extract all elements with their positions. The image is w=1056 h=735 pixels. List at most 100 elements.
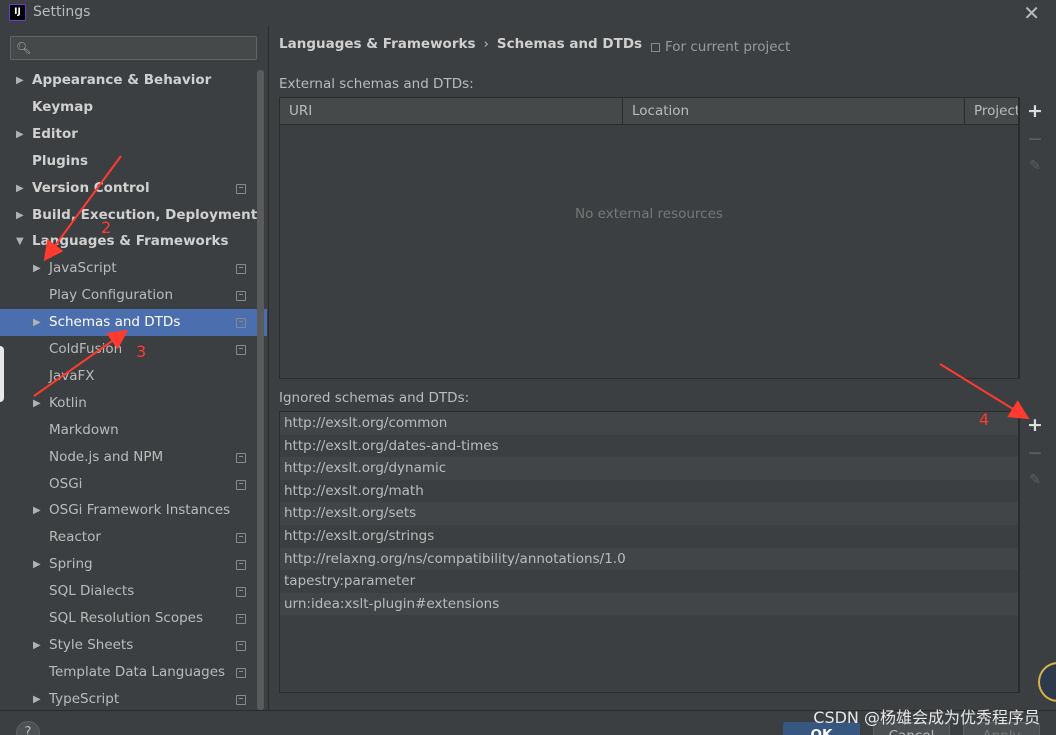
sidebar-item-label: Build, Execution, Deployment bbox=[32, 206, 258, 223]
remove-external-button[interactable]: − bbox=[1020, 126, 1050, 152]
sidebar-item-coldfusion[interactable]: ColdFusion bbox=[0, 336, 267, 363]
sidebar-scrollbar[interactable] bbox=[257, 70, 264, 710]
sidebar-item-label: Kotlin bbox=[49, 394, 87, 411]
sidebar-item-appearance-behavior[interactable]: ▶ Appearance & Behavior bbox=[0, 67, 267, 94]
breadcrumb: Languages & Frameworks › Schemas and DTDs bbox=[279, 36, 642, 52]
sidebar-item-label: OSGi Framework Instances bbox=[49, 502, 231, 519]
ignored-schemas-list: http://exslt.org/common http://exslt.org/… bbox=[279, 411, 1019, 693]
ignored-toolbar: + − ✎ bbox=[1019, 411, 1049, 693]
sidebar-item-osgi[interactable]: OSGi bbox=[0, 471, 267, 498]
collapsed-arrow-icon[interactable]: ▶ bbox=[33, 632, 41, 659]
title-bar: IJ Settings ✕ bbox=[0, 0, 1056, 26]
sidebar-item-markdown[interactable]: Markdown bbox=[0, 417, 267, 444]
collapsed-arrow-icon[interactable]: ▶ bbox=[33, 551, 41, 578]
window-title: Settings bbox=[33, 4, 91, 20]
list-item[interactable]: http://relaxng.org/ns/compatibility/anno… bbox=[280, 547, 1018, 571]
edit-external-button[interactable]: ✎ bbox=[1020, 153, 1050, 179]
collapsed-arrow-icon[interactable]: ▶ bbox=[16, 202, 24, 229]
list-item[interactable]: http://exslt.org/math bbox=[280, 480, 1018, 503]
sidebar-item-style-sheets[interactable]: ▶ Style Sheets bbox=[0, 632, 267, 659]
column-project[interactable]: Project bbox=[965, 98, 1018, 125]
sidebar-item-sql-dialects[interactable]: SQL Dialects bbox=[0, 578, 267, 605]
sidebar-item-label: Plugins bbox=[32, 152, 89, 169]
remove-ignored-button[interactable]: − bbox=[1020, 440, 1050, 466]
list-item[interactable]: http://exslt.org/common bbox=[280, 412, 1018, 435]
edit-ignored-button[interactable]: ✎ bbox=[1020, 467, 1050, 493]
sidebar-item-play-configuration[interactable]: Play Configuration bbox=[0, 282, 267, 309]
sidebar-item-label: Version Control bbox=[32, 179, 150, 196]
help-button[interactable]: ? bbox=[16, 721, 40, 735]
sidebar-item-reactor[interactable]: Reactor bbox=[0, 524, 267, 551]
empty-state-text: No external resources bbox=[575, 206, 723, 222]
sidebar-item-sql-resolution-scopes[interactable]: SQL Resolution Scopes bbox=[0, 605, 267, 632]
sidebar-item-typescript[interactable]: ▶ TypeScript bbox=[0, 686, 267, 713]
external-schemas-label: External schemas and DTDs: bbox=[279, 76, 474, 92]
list-item[interactable]: http://exslt.org/sets bbox=[280, 502, 1018, 525]
search-input[interactable]: 🔍︎ bbox=[10, 36, 257, 60]
breadcrumb-schemas-dtds: Schemas and DTDs bbox=[496, 36, 643, 52]
sidebar-item-schemas-and-dtds[interactable]: ▶ Schemas and DTDs bbox=[0, 309, 267, 337]
breadcrumb-languages-frameworks[interactable]: Languages & Frameworks bbox=[279, 36, 476, 52]
project-scope-icon bbox=[236, 479, 246, 490]
project-scope-icon bbox=[236, 183, 246, 194]
list-item[interactable]: tapestry:parameter bbox=[280, 570, 1018, 593]
sidebar-item-osgi-framework-instances[interactable]: ▶ OSGi Framework Instances bbox=[0, 497, 267, 524]
sidebar-item-label: Node.js and NPM bbox=[49, 448, 164, 465]
collapsed-arrow-icon[interactable]: ▶ bbox=[33, 497, 41, 524]
collapsed-arrow-icon[interactable]: ▶ bbox=[16, 175, 24, 202]
sidebar-item-label: Spring bbox=[49, 556, 93, 573]
add-external-button[interactable]: + bbox=[1020, 98, 1050, 124]
sidebar-item-plugins[interactable]: Plugins bbox=[0, 148, 267, 175]
collapsed-arrow-icon[interactable]: ▶ bbox=[33, 309, 41, 336]
collapsed-arrow-icon[interactable]: ▶ bbox=[16, 121, 24, 148]
annotation-label-2: 2 bbox=[101, 218, 112, 237]
sidebar-item-version-control[interactable]: ▶ Version Control bbox=[0, 175, 267, 202]
side-panel-handle bbox=[0, 346, 4, 402]
external-toolbar: + − ✎ bbox=[1019, 97, 1049, 379]
sidebar-item-spring[interactable]: ▶ Spring bbox=[0, 551, 267, 578]
collapsed-arrow-icon[interactable]: ▶ bbox=[33, 686, 41, 713]
project-scope-icon bbox=[236, 533, 246, 544]
sidebar-item-label: SQL Dialects bbox=[49, 583, 135, 600]
list-item[interactable]: urn:idea:xslt-plugin#extensions bbox=[280, 592, 1018, 616]
column-location[interactable]: Location bbox=[623, 98, 965, 125]
list-item[interactable]: http://exslt.org/dates-and-times bbox=[280, 435, 1018, 458]
sidebar-item-label: OSGi bbox=[49, 475, 83, 492]
sidebar-item-keymap[interactable]: Keymap bbox=[0, 94, 267, 121]
collapsed-arrow-icon[interactable]: ▶ bbox=[33, 390, 41, 417]
project-scope-icon bbox=[236, 640, 246, 651]
sidebar-item-label: Schemas and DTDs bbox=[49, 314, 181, 331]
expanded-arrow-icon[interactable]: ▼ bbox=[16, 228, 24, 255]
sidebar-item-javafx[interactable]: JavaFX bbox=[0, 363, 267, 390]
sidebar-item-javascript[interactable]: ▶ JavaScript bbox=[0, 255, 267, 282]
list-item[interactable]: http://exslt.org/strings bbox=[280, 525, 1018, 548]
main-panel: Languages & Frameworks › Schemas and DTDs … bbox=[268, 26, 1056, 710]
ignored-schemas-label: Ignored schemas and DTDs: bbox=[279, 390, 470, 406]
sidebar-item-label: ColdFusion bbox=[49, 341, 123, 357]
sidebar-item-languages-frameworks[interactable]: ▼ Languages & Frameworks bbox=[0, 228, 267, 255]
project-scope-icon bbox=[236, 560, 246, 571]
sidebar-item-label: Reactor bbox=[49, 529, 101, 546]
column-uri[interactable]: URI bbox=[280, 98, 623, 125]
table-header: URI Location Project bbox=[280, 98, 1018, 125]
sidebar-item-label: Play Configuration bbox=[49, 287, 173, 304]
list-item[interactable]: http://exslt.org/dynamic bbox=[280, 457, 1018, 480]
project-scope-icon bbox=[236, 345, 246, 355]
sidebar-item-build-execution-deployment[interactable]: ▶ Build, Execution, Deployment bbox=[0, 202, 267, 229]
scope-label: For current project bbox=[665, 39, 791, 55]
sidebar-item-editor[interactable]: ▶ Editor bbox=[0, 121, 267, 148]
sidebar-item-template-data-languages[interactable]: Template Data Languages bbox=[0, 659, 267, 686]
collapsed-arrow-icon[interactable]: ▶ bbox=[33, 255, 41, 282]
close-icon[interactable]: ✕ bbox=[1023, 1, 1040, 25]
sidebar-item-label: Style Sheets bbox=[49, 636, 134, 653]
sidebar-item-label: JavaFX bbox=[49, 367, 95, 384]
search-icon: 🔍︎ bbox=[16, 41, 32, 55]
sidebar-item-label: JavaScript bbox=[49, 260, 117, 277]
watermark: CSDN @杨雄会成为优秀程序员 bbox=[813, 708, 1040, 727]
sidebar-item-node-js-and-npm[interactable]: Node.js and NPM bbox=[0, 444, 267, 471]
add-ignored-button[interactable]: + bbox=[1020, 412, 1050, 438]
sidebar-item-label: Template Data Languages bbox=[49, 663, 226, 680]
sidebar-item-kotlin[interactable]: ▶ Kotlin bbox=[0, 390, 267, 417]
collapsed-arrow-icon[interactable]: ▶ bbox=[16, 67, 24, 94]
project-scope-icon bbox=[236, 614, 246, 624]
